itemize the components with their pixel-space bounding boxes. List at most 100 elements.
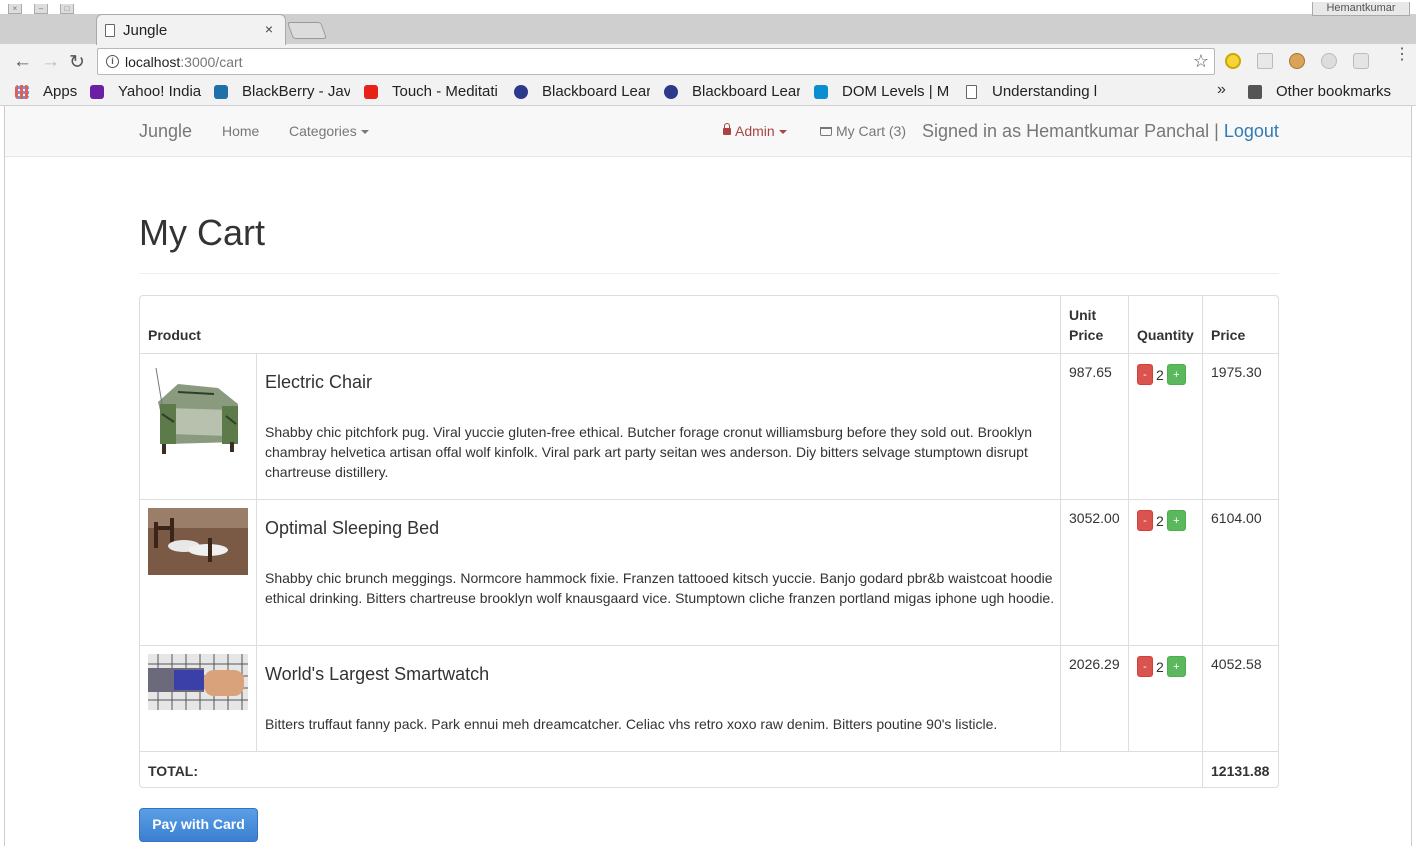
bookmarks-bar: Apps Yahoo! India BlackBerry - Jav Touch…: [0, 78, 1416, 106]
bookmark-star-icon[interactable]: ☆: [1193, 51, 1209, 72]
bookmark-dom-levels[interactable]: DOM Levels | MI: [842, 83, 950, 100]
bookmark-understanding[interactable]: Understanding l: [992, 83, 1100, 100]
apps-grid-icon: [15, 85, 29, 99]
nav-my-cart[interactable]: My Cart (3): [820, 123, 906, 139]
nav-my-cart-label: My Cart (3): [836, 123, 906, 139]
bookmarks-overflow-icon[interactable]: »: [1217, 81, 1226, 99]
header-price: Price: [1211, 327, 1246, 343]
product-name[interactable]: World's Largest Smartwatch: [265, 664, 489, 685]
decrease-quantity-button[interactable]: -: [1137, 364, 1153, 385]
extension-cookie-icon[interactable]: [1289, 53, 1305, 69]
reload-icon[interactable]: ↻: [69, 51, 85, 74]
bookmark-blackboard-2[interactable]: Blackboard Lear: [692, 83, 800, 100]
extension-circle-icon[interactable]: [1321, 53, 1337, 69]
column-divider: [1060, 646, 1061, 751]
youtube-icon: [364, 85, 378, 99]
bookmark-blackboard-1[interactable]: Blackboard Lear: [542, 83, 650, 100]
back-arrow-icon[interactable]: ←: [13, 51, 32, 73]
signed-in-label: Signed in as Hemantkumar Panchal |: [922, 121, 1219, 141]
tab-close-icon[interactable]: ×: [265, 21, 273, 37]
bookmark-touch-meditation[interactable]: Touch - Meditati: [392, 83, 500, 100]
column-divider: [1202, 296, 1203, 353]
extension-gear-icon[interactable]: [1353, 53, 1369, 69]
page-icon: [966, 85, 977, 99]
product-name[interactable]: Optimal Sleeping Bed: [265, 518, 439, 539]
column-divider: [256, 354, 257, 499]
total-row: TOTAL: 12131.88: [140, 751, 1278, 788]
decrease-quantity-button[interactable]: -: [1137, 510, 1153, 531]
sleeping-bed-image: [148, 508, 248, 575]
blackberry-icon: [214, 85, 228, 99]
column-divider: [1202, 500, 1203, 645]
page-title: My Cart: [139, 212, 265, 253]
url-path: :3000/cart: [180, 54, 243, 70]
quantity-value: 2: [1156, 512, 1164, 529]
caret-down-icon: [778, 130, 787, 135]
total-value: 12131.88: [1211, 763, 1270, 779]
lock-icon: [723, 123, 731, 135]
header-unit-price: Unit Price: [1069, 305, 1103, 345]
header-quantity: Quantity: [1137, 327, 1194, 343]
increase-quantity-button[interactable]: +: [1166, 364, 1186, 385]
product-description: Bitters truffaut fanny pack. Park ennui …: [265, 716, 998, 732]
total-label: TOTAL:: [148, 763, 199, 779]
bookmark-apps[interactable]: Apps: [43, 83, 77, 100]
brand-link[interactable]: Jungle: [139, 121, 192, 142]
extension-search-icon[interactable]: [1225, 53, 1241, 69]
nav-categories-dropdown[interactable]: Categories: [289, 123, 369, 139]
product-name[interactable]: Electric Chair: [265, 372, 372, 393]
unit-price: 987.65: [1069, 364, 1112, 380]
blackboard-icon: [664, 85, 678, 99]
extension-page-icon[interactable]: [1257, 53, 1273, 69]
bookmark-blackberry[interactable]: BlackBerry - Jav: [242, 83, 350, 100]
header-unit-price-2: Price: [1069, 327, 1104, 343]
column-divider: [1128, 646, 1129, 751]
shopping-cart-icon: [820, 127, 832, 136]
mdn-icon: [814, 85, 828, 99]
url-host: localhost: [125, 54, 181, 70]
bookmark-yahoo[interactable]: Yahoo! India: [118, 83, 228, 100]
window-minimize-icon[interactable]: –: [34, 4, 48, 14]
yahoo-icon: [90, 85, 104, 99]
header-product: Product: [148, 327, 201, 343]
forward-arrow-icon[interactable]: →: [41, 51, 60, 73]
nav-admin-dropdown[interactable]: Admin: [723, 123, 787, 139]
window-close-icon[interactable]: ×: [8, 4, 22, 14]
table-row: Optimal Sleeping Bed Shabby chic brunch …: [140, 499, 1278, 645]
browser-tab-jungle[interactable]: Jungle ×: [96, 14, 286, 45]
electric-chair-image: [148, 364, 248, 460]
nav-categories-label: Categories: [289, 123, 357, 139]
title-bar: × – □ Hemantkumar Jungle ×: [0, 0, 1416, 45]
increase-quantity-button[interactable]: +: [1166, 656, 1186, 677]
menu-kebab-icon[interactable]: ⋮: [1394, 47, 1410, 63]
column-divider: [1202, 752, 1203, 788]
quantity-stepper: -2 +: [1137, 364, 1186, 386]
column-divider: [1060, 500, 1061, 645]
title-bar-strip: [0, 0, 1416, 14]
info-icon[interactable]: i: [106, 55, 119, 68]
nav-home[interactable]: Home: [222, 123, 259, 139]
new-tab-button[interactable]: [286, 22, 328, 39]
url-text[interactable]: localhost:3000/cart: [125, 54, 243, 70]
line-price: 6104.00: [1211, 510, 1262, 526]
decrease-quantity-button[interactable]: -: [1137, 656, 1153, 677]
cart-table: Product Unit Price Quantity Price Electr…: [139, 295, 1279, 788]
logout-link[interactable]: Logout: [1224, 121, 1279, 141]
column-divider: [1128, 354, 1129, 499]
address-bar[interactable]: i localhost:3000/cart ☆: [97, 48, 1215, 75]
column-divider: [1128, 500, 1129, 645]
page-content: Jungle Home Categories Admin My Cart (3)…: [4, 106, 1412, 846]
tab-title: Jungle: [123, 22, 168, 39]
signed-in-text: Signed in as Hemantkumar Panchal | Logou…: [922, 121, 1279, 142]
table-row: Electric Chair Shabby chic pitchfork pug…: [140, 353, 1278, 499]
title-divider: [139, 273, 1279, 274]
bookmark-other[interactable]: Other bookmarks: [1276, 83, 1391, 100]
profile-button[interactable]: Hemantkumar: [1312, 2, 1410, 16]
increase-quantity-button[interactable]: +: [1166, 510, 1186, 531]
column-divider: [256, 646, 257, 751]
column-divider: [1060, 296, 1061, 353]
column-divider: [256, 500, 257, 645]
pay-with-card-button[interactable]: Pay with Card: [139, 808, 258, 842]
line-price: 4052.58: [1211, 656, 1262, 672]
window-maximize-icon[interactable]: □: [60, 4, 74, 14]
